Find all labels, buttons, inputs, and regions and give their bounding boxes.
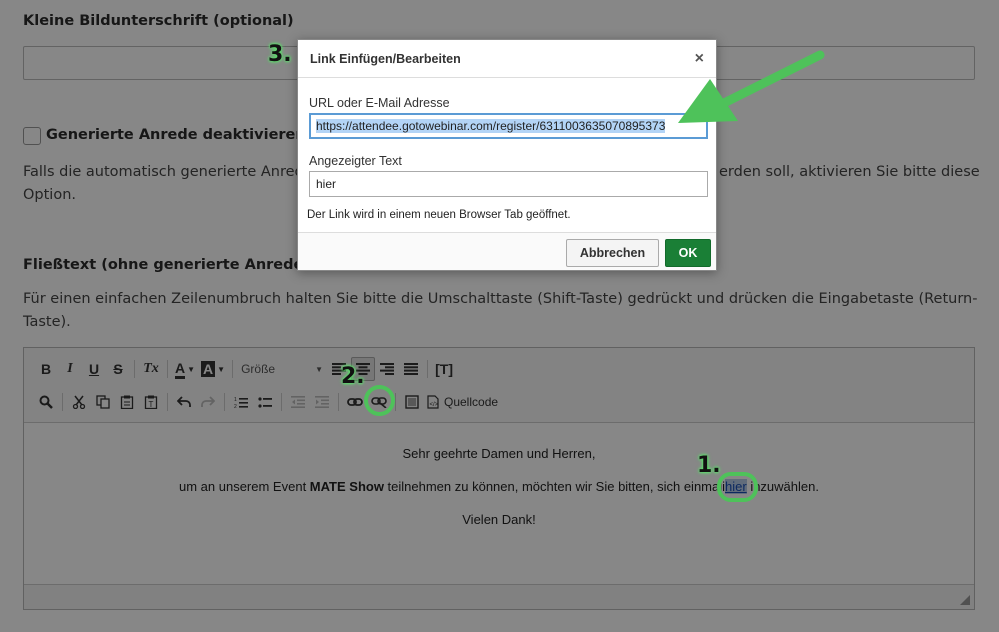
highlight-ring-link-text	[717, 472, 758, 502]
url-input-value: https://attendee.gotowebinar.com/registe…	[316, 119, 666, 133]
url-input[interactable]: https://attendee.gotowebinar.com/registe…	[309, 113, 708, 139]
dialog-title: Link Einfügen/Bearbeiten	[310, 52, 461, 66]
display-text-value: hier	[316, 177, 337, 191]
display-text-input[interactable]: hier	[309, 171, 708, 197]
display-text-label: Angezeigter Text	[309, 154, 402, 168]
step-1-marker: 1.	[697, 453, 721, 478]
step-2-marker: 2.	[341, 364, 365, 389]
new-tab-note: Der Link wird in einem neuen Browser Tab…	[307, 209, 571, 221]
ok-button[interactable]: OK	[665, 239, 711, 267]
cancel-button[interactable]: Abbrechen	[566, 239, 659, 267]
arrow-icon	[678, 50, 825, 123]
url-field-label: URL oder E-Mail Adresse	[309, 96, 450, 110]
link-dialog: Link Einfügen/Bearbeiten × URL oder E-Ma…	[297, 39, 717, 271]
highlight-ring-link-button	[364, 385, 395, 416]
dialog-footer: Abbrechen OK	[298, 232, 716, 270]
dialog-header: Link Einfügen/Bearbeiten ×	[298, 40, 716, 78]
step-3-marker: 3.	[268, 42, 292, 67]
